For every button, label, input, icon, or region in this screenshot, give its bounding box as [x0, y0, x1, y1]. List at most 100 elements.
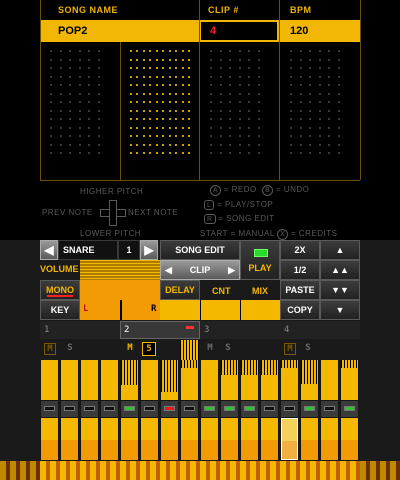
step-column[interactable]	[40, 360, 59, 460]
instrument-name[interactable]: SNARE	[58, 240, 118, 260]
step-toggle[interactable]	[201, 401, 218, 417]
step-note-cell[interactable]	[61, 418, 78, 460]
mute-toggle[interactable]: M	[124, 343, 136, 355]
page-down-button[interactable]: ▼▼	[320, 280, 360, 300]
mute-toggle[interactable]: M	[204, 343, 216, 355]
step-toggle[interactable]	[221, 401, 238, 417]
step-velocity-bar[interactable]	[261, 360, 278, 400]
step-note-cell[interactable]	[81, 418, 98, 460]
paste-button[interactable]: PASTE	[280, 280, 320, 300]
scroll-down-button[interactable]: ▼	[320, 300, 360, 320]
step-toggle[interactable]	[281, 401, 298, 417]
step-velocity-bar[interactable]	[181, 360, 198, 400]
step-velocity-bar[interactable]	[301, 360, 318, 400]
step-note-cell[interactable]	[201, 418, 218, 460]
step-note-cell[interactable]	[121, 418, 138, 460]
key-button[interactable]: KEY	[40, 300, 80, 320]
speed-half-button[interactable]: 1/2	[280, 260, 320, 280]
step-column[interactable]	[100, 360, 119, 460]
step-toggle[interactable]	[321, 401, 338, 417]
step-velocity-bar[interactable]	[81, 360, 98, 400]
step-column[interactable]	[300, 360, 319, 460]
step-column[interactable]	[220, 360, 239, 460]
instrument-prev-button[interactable]: ◀	[40, 240, 58, 260]
step-note-cell[interactable]	[101, 418, 118, 460]
step-velocity-bar[interactable]	[321, 360, 338, 400]
step-column[interactable]	[200, 360, 219, 460]
solo-toggle[interactable]: S	[64, 343, 76, 355]
pattern-tab-1[interactable]: 1	[44, 321, 49, 339]
solo-active-badge[interactable]: 5	[142, 342, 156, 356]
step-toggle[interactable]	[241, 401, 258, 417]
step-toggle[interactable]	[121, 401, 138, 417]
step-note-cell[interactable]	[241, 418, 258, 460]
step-toggle[interactable]	[61, 401, 78, 417]
step-column[interactable]	[340, 360, 359, 460]
clip-next-icon[interactable]: ▶	[228, 261, 235, 279]
song-edit-button[interactable]: SONG EDIT	[160, 240, 240, 260]
pattern-tab-active[interactable]	[120, 321, 200, 339]
pattern-tab-4[interactable]: 4	[284, 321, 289, 339]
clip-prev-icon[interactable]: ◀	[165, 261, 172, 279]
step-toggle[interactable]	[141, 401, 158, 417]
step-note-cell[interactable]	[321, 418, 338, 460]
step-velocity-bar[interactable]	[101, 360, 118, 400]
step-column[interactable]	[240, 360, 259, 460]
step-column[interactable]	[140, 360, 159, 460]
step-note-cell[interactable]	[161, 418, 178, 460]
scroll-up-button[interactable]: ▲	[320, 240, 360, 260]
delay-levels[interactable]	[160, 300, 280, 320]
clip-selector[interactable]: ◀ CLIP ▶	[160, 260, 240, 280]
step-velocity-bar[interactable]	[221, 360, 238, 400]
step-note-cell[interactable]	[221, 418, 238, 460]
instrument-index[interactable]: 1	[118, 240, 140, 260]
step-toggle[interactable]	[301, 401, 318, 417]
step-velocity-bar[interactable]	[121, 360, 138, 400]
step-velocity-bar[interactable]	[341, 360, 358, 400]
step-column[interactable]	[280, 360, 299, 460]
step-column[interactable]	[320, 360, 339, 460]
step-velocity-bar[interactable]	[281, 360, 298, 400]
step-velocity-bar[interactable]	[201, 360, 218, 400]
step-toggle[interactable]	[41, 401, 58, 417]
volume-slider[interactable]	[80, 260, 160, 280]
pattern-tab-2[interactable]: 2	[124, 321, 129, 339]
step-toggle[interactable]	[261, 401, 278, 417]
pattern-tab-3[interactable]: 3	[204, 321, 209, 339]
step-column[interactable]	[180, 360, 199, 460]
step-note-cell[interactable]	[301, 418, 318, 460]
step-column[interactable]	[120, 360, 139, 460]
step-note-cell[interactable]	[141, 418, 158, 460]
step-velocity-bar[interactable]	[141, 360, 158, 400]
step-column[interactable]	[260, 360, 279, 460]
step-note-cell[interactable]	[181, 418, 198, 460]
speed-2x-button[interactable]: 2X	[280, 240, 320, 260]
mute-toggle[interactable]: M	[44, 343, 56, 355]
pan-slider[interactable]: L R	[80, 300, 160, 320]
instrument-next-button[interactable]: ▶	[140, 240, 158, 260]
step-toggle[interactable]	[161, 401, 178, 417]
step-velocity-bar[interactable]	[41, 360, 58, 400]
step-velocity-bar[interactable]	[161, 360, 178, 400]
page-up-button[interactable]: ▲▲	[320, 260, 360, 280]
step-column[interactable]	[160, 360, 179, 460]
step-note-cell[interactable]	[41, 418, 58, 460]
solo-toggle[interactable]: S	[302, 343, 314, 355]
delay-button[interactable]: DELAY	[160, 280, 200, 300]
copy-button[interactable]: COPY	[280, 300, 320, 320]
step-velocity-bar[interactable]	[61, 360, 78, 400]
solo-toggle[interactable]: S	[222, 343, 234, 355]
step-toggle[interactable]	[181, 401, 198, 417]
play-button[interactable]: PLAY	[240, 240, 280, 280]
step-column[interactable]	[80, 360, 99, 460]
mono-level-bar[interactable]	[80, 280, 160, 300]
step-note-cell[interactable]	[281, 418, 298, 460]
step-velocity-bar[interactable]	[241, 360, 258, 400]
mono-button[interactable]: MONO	[40, 280, 80, 300]
mute-toggle[interactable]: M	[284, 343, 296, 355]
step-note-cell[interactable]	[261, 418, 278, 460]
step-note-cell[interactable]	[341, 418, 358, 460]
step-toggle[interactable]	[81, 401, 98, 417]
step-column[interactable]	[60, 360, 79, 460]
step-toggle[interactable]	[101, 401, 118, 417]
